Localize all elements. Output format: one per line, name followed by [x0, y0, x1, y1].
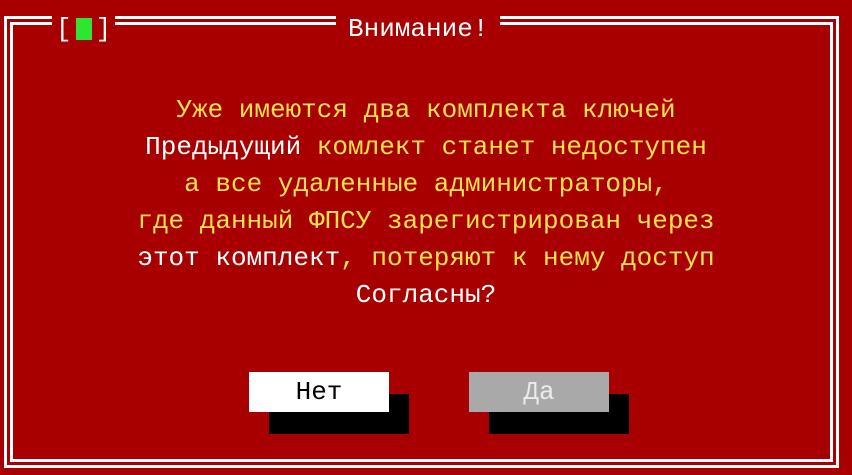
close-bracket-right: ] — [95, 14, 112, 44]
yes-button-group: Да — [469, 372, 629, 434]
message-line: Предыдущий комлект станет недоступен — [0, 129, 852, 166]
message-line: где данный ФПСУ зарегистрирован через — [0, 203, 852, 240]
close-icon[interactable] — [75, 18, 92, 40]
dialog-title: Внимание! — [336, 14, 501, 44]
message-line: этот комплект, потеряют к нему доступ — [0, 240, 852, 277]
message-line: а все удаленные администраторы, — [0, 166, 852, 203]
message-segment: , потеряют к нему доступ — [340, 243, 715, 273]
message-segment: Предыдущий — [145, 132, 317, 162]
message-segment: Согласны? — [355, 280, 497, 310]
message-segment: где данный ФПСУ зарегистрирован через — [137, 206, 715, 236]
message-segment: этот комплект — [137, 243, 341, 273]
warning-dialog: [ ] Внимание! Уже имеются два комплекта … — [0, 0, 852, 475]
no-button-group: Нет — [249, 372, 409, 434]
message-segment: а все удаленные администраторы, — [184, 169, 668, 199]
warning-message: Уже имеются два комплекта ключей Предыдущ… — [0, 92, 852, 314]
no-button[interactable]: Нет — [249, 372, 389, 412]
message-line: Согласны? — [0, 277, 852, 314]
yes-button[interactable]: Да — [469, 372, 609, 412]
dialog-title-bar: [ ] Внимание! — [0, 0, 852, 50]
close-button[interactable]: [ ] — [52, 14, 116, 44]
message-segment: Уже имеются два комплекта ключей — [176, 95, 676, 125]
close-bracket-left: [ — [56, 14, 72, 44]
message-line: Уже имеются два комплекта ключей — [0, 92, 852, 129]
message-segment: комлект станет недоступен — [316, 132, 707, 162]
